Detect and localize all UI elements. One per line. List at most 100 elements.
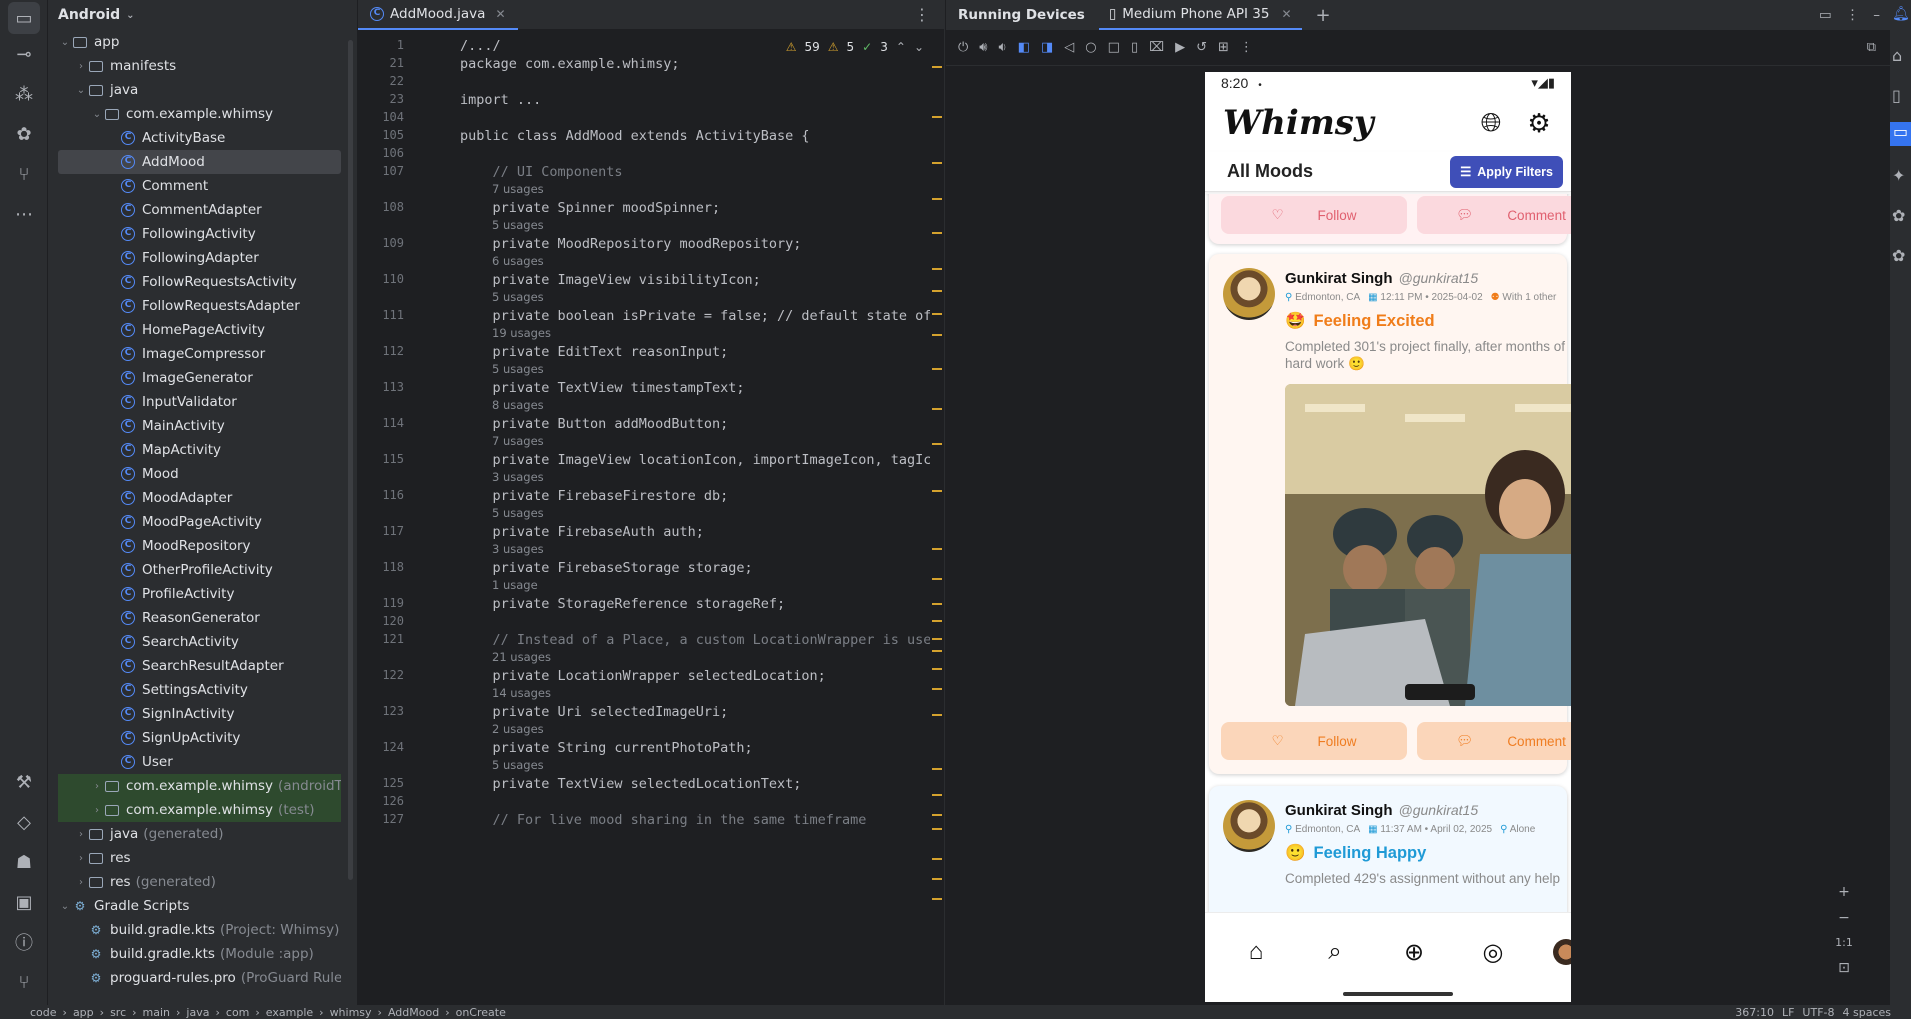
indent-setting[interactable]: 4 spaces bbox=[1843, 1006, 1892, 1019]
warning-marker[interactable] bbox=[932, 408, 942, 410]
warning-marker[interactable] bbox=[932, 162, 942, 164]
tree-item[interactable]: C FollowingActivity bbox=[58, 222, 341, 246]
usages-hint[interactable]: 5 usages bbox=[492, 218, 544, 232]
caret-position[interactable]: 367:10 bbox=[1735, 1006, 1774, 1019]
close-icon[interactable]: ✕ bbox=[495, 7, 505, 21]
tree-item[interactable]: C Mood bbox=[58, 462, 341, 486]
gemini-icon[interactable]: ◇ bbox=[8, 806, 40, 838]
warning-marker[interactable] bbox=[932, 828, 942, 830]
chevron-right-icon[interactable]: › bbox=[74, 877, 88, 888]
resource-manager-icon[interactable]: ⁂ bbox=[8, 78, 40, 110]
device-explorer-icon[interactable]: ✿ bbox=[1892, 206, 1905, 225]
version-control-icon[interactable]: ⑂ bbox=[8, 966, 40, 998]
tree-item[interactable]: › java (generated) bbox=[58, 822, 341, 846]
tree-item[interactable]: C SignInActivity bbox=[58, 702, 341, 726]
chevron-right-icon[interactable]: › bbox=[74, 853, 88, 864]
usages-hint[interactable]: 21 usages bbox=[492, 650, 551, 664]
warning-marker[interactable] bbox=[932, 638, 942, 640]
tree-item[interactable]: C ProfileActivity bbox=[58, 582, 341, 606]
apply-filters-button[interactable]: ☰ Apply Filters bbox=[1450, 155, 1563, 188]
zoom-actual-button[interactable]: 1:1 bbox=[1832, 930, 1856, 954]
warning-marker[interactable] bbox=[932, 290, 942, 292]
globe-icon[interactable]: 🌐︎ bbox=[1477, 107, 1505, 137]
breadcrumb-item[interactable]: java bbox=[186, 1006, 209, 1019]
chevron-right-icon[interactable]: › bbox=[74, 829, 88, 840]
warning-marker[interactable] bbox=[932, 490, 942, 492]
tree-item[interactable]: C ImageCompressor bbox=[58, 342, 341, 366]
file-encoding[interactable]: UTF-8 bbox=[1802, 1006, 1834, 1019]
nav-profile-avatar[interactable] bbox=[1551, 937, 1571, 967]
code-line[interactable]: private Uri selectedImageUri; bbox=[460, 704, 729, 720]
breadcrumb-item[interactable]: whimsy bbox=[330, 1006, 372, 1019]
tab-device[interactable]: ▯ Medium Phone API 35 ✕ bbox=[1098, 0, 1302, 30]
mood-feed[interactable]: ♡ Follow 💬︎ Comment Gunkirat Singh @gunkira… bbox=[1205, 194, 1571, 912]
follow-button[interactable]: ♡ Follow bbox=[1221, 196, 1407, 234]
usages-hint[interactable]: 2 usages bbox=[492, 722, 544, 736]
usages-hint[interactable]: 3 usages bbox=[492, 470, 544, 484]
gemini-icon[interactable]: ✦ bbox=[1892, 166, 1905, 185]
code-line[interactable]: // For live mood sharing in the same tim… bbox=[460, 812, 867, 828]
usages-hint[interactable]: 5 usages bbox=[492, 506, 544, 520]
chevron-down-icon[interactable]: ⌄ bbox=[58, 901, 72, 912]
breadcrumb-item[interactable]: app bbox=[73, 1006, 94, 1019]
tree-item[interactable]: C FollowingAdapter bbox=[58, 246, 341, 270]
warning-marker[interactable] bbox=[932, 116, 942, 118]
chevron-down-icon[interactable]: ⌄ bbox=[90, 109, 104, 120]
overview-icon[interactable]: □ bbox=[1108, 40, 1120, 55]
more-vertical-icon[interactable]: ⋮ bbox=[900, 5, 944, 24]
avatar[interactable] bbox=[1223, 268, 1275, 320]
breadcrumb-item[interactable]: code bbox=[30, 1006, 57, 1019]
logcat-icon[interactable]: ☗ bbox=[8, 846, 40, 878]
usages-hint[interactable]: 5 usages bbox=[492, 362, 544, 376]
code-line[interactable]: private FirebaseStorage storage; bbox=[460, 560, 753, 576]
chevron-right-icon[interactable]: › bbox=[74, 61, 88, 72]
tree-item[interactable]: C CommentAdapter bbox=[58, 198, 341, 222]
tree-item[interactable]: C Comment bbox=[58, 174, 341, 198]
code-line[interactable]: private LocationWrapper selectedLocation… bbox=[460, 668, 826, 684]
code-line[interactable]: public class AddMood extends ActivityBas… bbox=[460, 128, 810, 144]
code-line[interactable]: private EditText reasonInput; bbox=[460, 344, 729, 360]
pull-requests-icon[interactable]: ⑂ bbox=[8, 158, 40, 190]
comment-button[interactable]: 💬︎ Comment bbox=[1417, 722, 1571, 760]
device-frame-icon[interactable]: ▯ bbox=[1131, 40, 1138, 55]
breadcrumb-item[interactable]: main bbox=[143, 1006, 170, 1019]
line-ending[interactable]: LF bbox=[1782, 1006, 1794, 1019]
tree-item[interactable]: › manifests bbox=[58, 54, 341, 78]
warning-marker[interactable] bbox=[932, 548, 942, 550]
project-view-selector[interactable]: Android ⌄ bbox=[48, 0, 357, 30]
zoom-out-icon[interactable]: − bbox=[1832, 906, 1856, 930]
code-line[interactable]: private ImageView locationIcon, importIm… bbox=[460, 452, 931, 468]
tree-item[interactable]: C MoodRepository bbox=[58, 534, 341, 558]
tree-item[interactable]: C MoodAdapter bbox=[58, 486, 341, 510]
code-line[interactable]: import ... bbox=[460, 92, 541, 108]
minimize-icon[interactable]: – bbox=[1873, 7, 1880, 23]
avatar[interactable] bbox=[1223, 800, 1275, 852]
warning-marker[interactable] bbox=[932, 334, 942, 336]
code-line[interactable]: // Instead of a Place, a custom Location… bbox=[460, 632, 931, 648]
comment-button[interactable]: 💬︎ Comment bbox=[1417, 196, 1571, 234]
window-layout-icon[interactable]: ▭ bbox=[1819, 7, 1832, 23]
close-icon[interactable]: ✕ bbox=[1281, 7, 1291, 21]
follow-button[interactable]: ♡ Follow bbox=[1221, 722, 1407, 760]
usages-hint[interactable]: 6 usages bbox=[492, 254, 544, 268]
tree-item[interactable]: ⚙ build.gradle.kts (Module :app) bbox=[58, 942, 341, 966]
mirror-icon[interactable]: ⧉ bbox=[1867, 40, 1876, 55]
breadcrumb-item[interactable]: src bbox=[110, 1006, 126, 1019]
tree-item[interactable]: C SearchActivity bbox=[58, 630, 341, 654]
gradle-icon[interactable]: ⌂ bbox=[1892, 46, 1902, 65]
warning-marker[interactable] bbox=[932, 898, 942, 900]
chevron-right-icon[interactable]: › bbox=[90, 805, 104, 816]
error-stripe[interactable] bbox=[930, 38, 944, 998]
snapshot-icon[interactable]: ↺ bbox=[1196, 40, 1207, 55]
code-line[interactable]: private String currentPhotoPath; bbox=[460, 740, 753, 756]
usages-hint[interactable]: 7 usages bbox=[492, 182, 544, 196]
warning-marker[interactable] bbox=[932, 66, 942, 68]
more-vertical-icon[interactable]: ⋮ bbox=[1846, 7, 1860, 23]
breadcrumb-item[interactable]: example bbox=[266, 1006, 313, 1019]
warning-marker[interactable] bbox=[932, 768, 942, 770]
nav-search-icon[interactable]: ⌕ bbox=[1320, 937, 1350, 967]
tree-item[interactable]: C AddMood bbox=[58, 150, 341, 174]
extended-controls-icon[interactable]: ⊞ bbox=[1218, 40, 1229, 55]
app-inspection-icon[interactable]: ✿ bbox=[8, 118, 40, 150]
zoom-in-icon[interactable]: + bbox=[1832, 880, 1856, 904]
